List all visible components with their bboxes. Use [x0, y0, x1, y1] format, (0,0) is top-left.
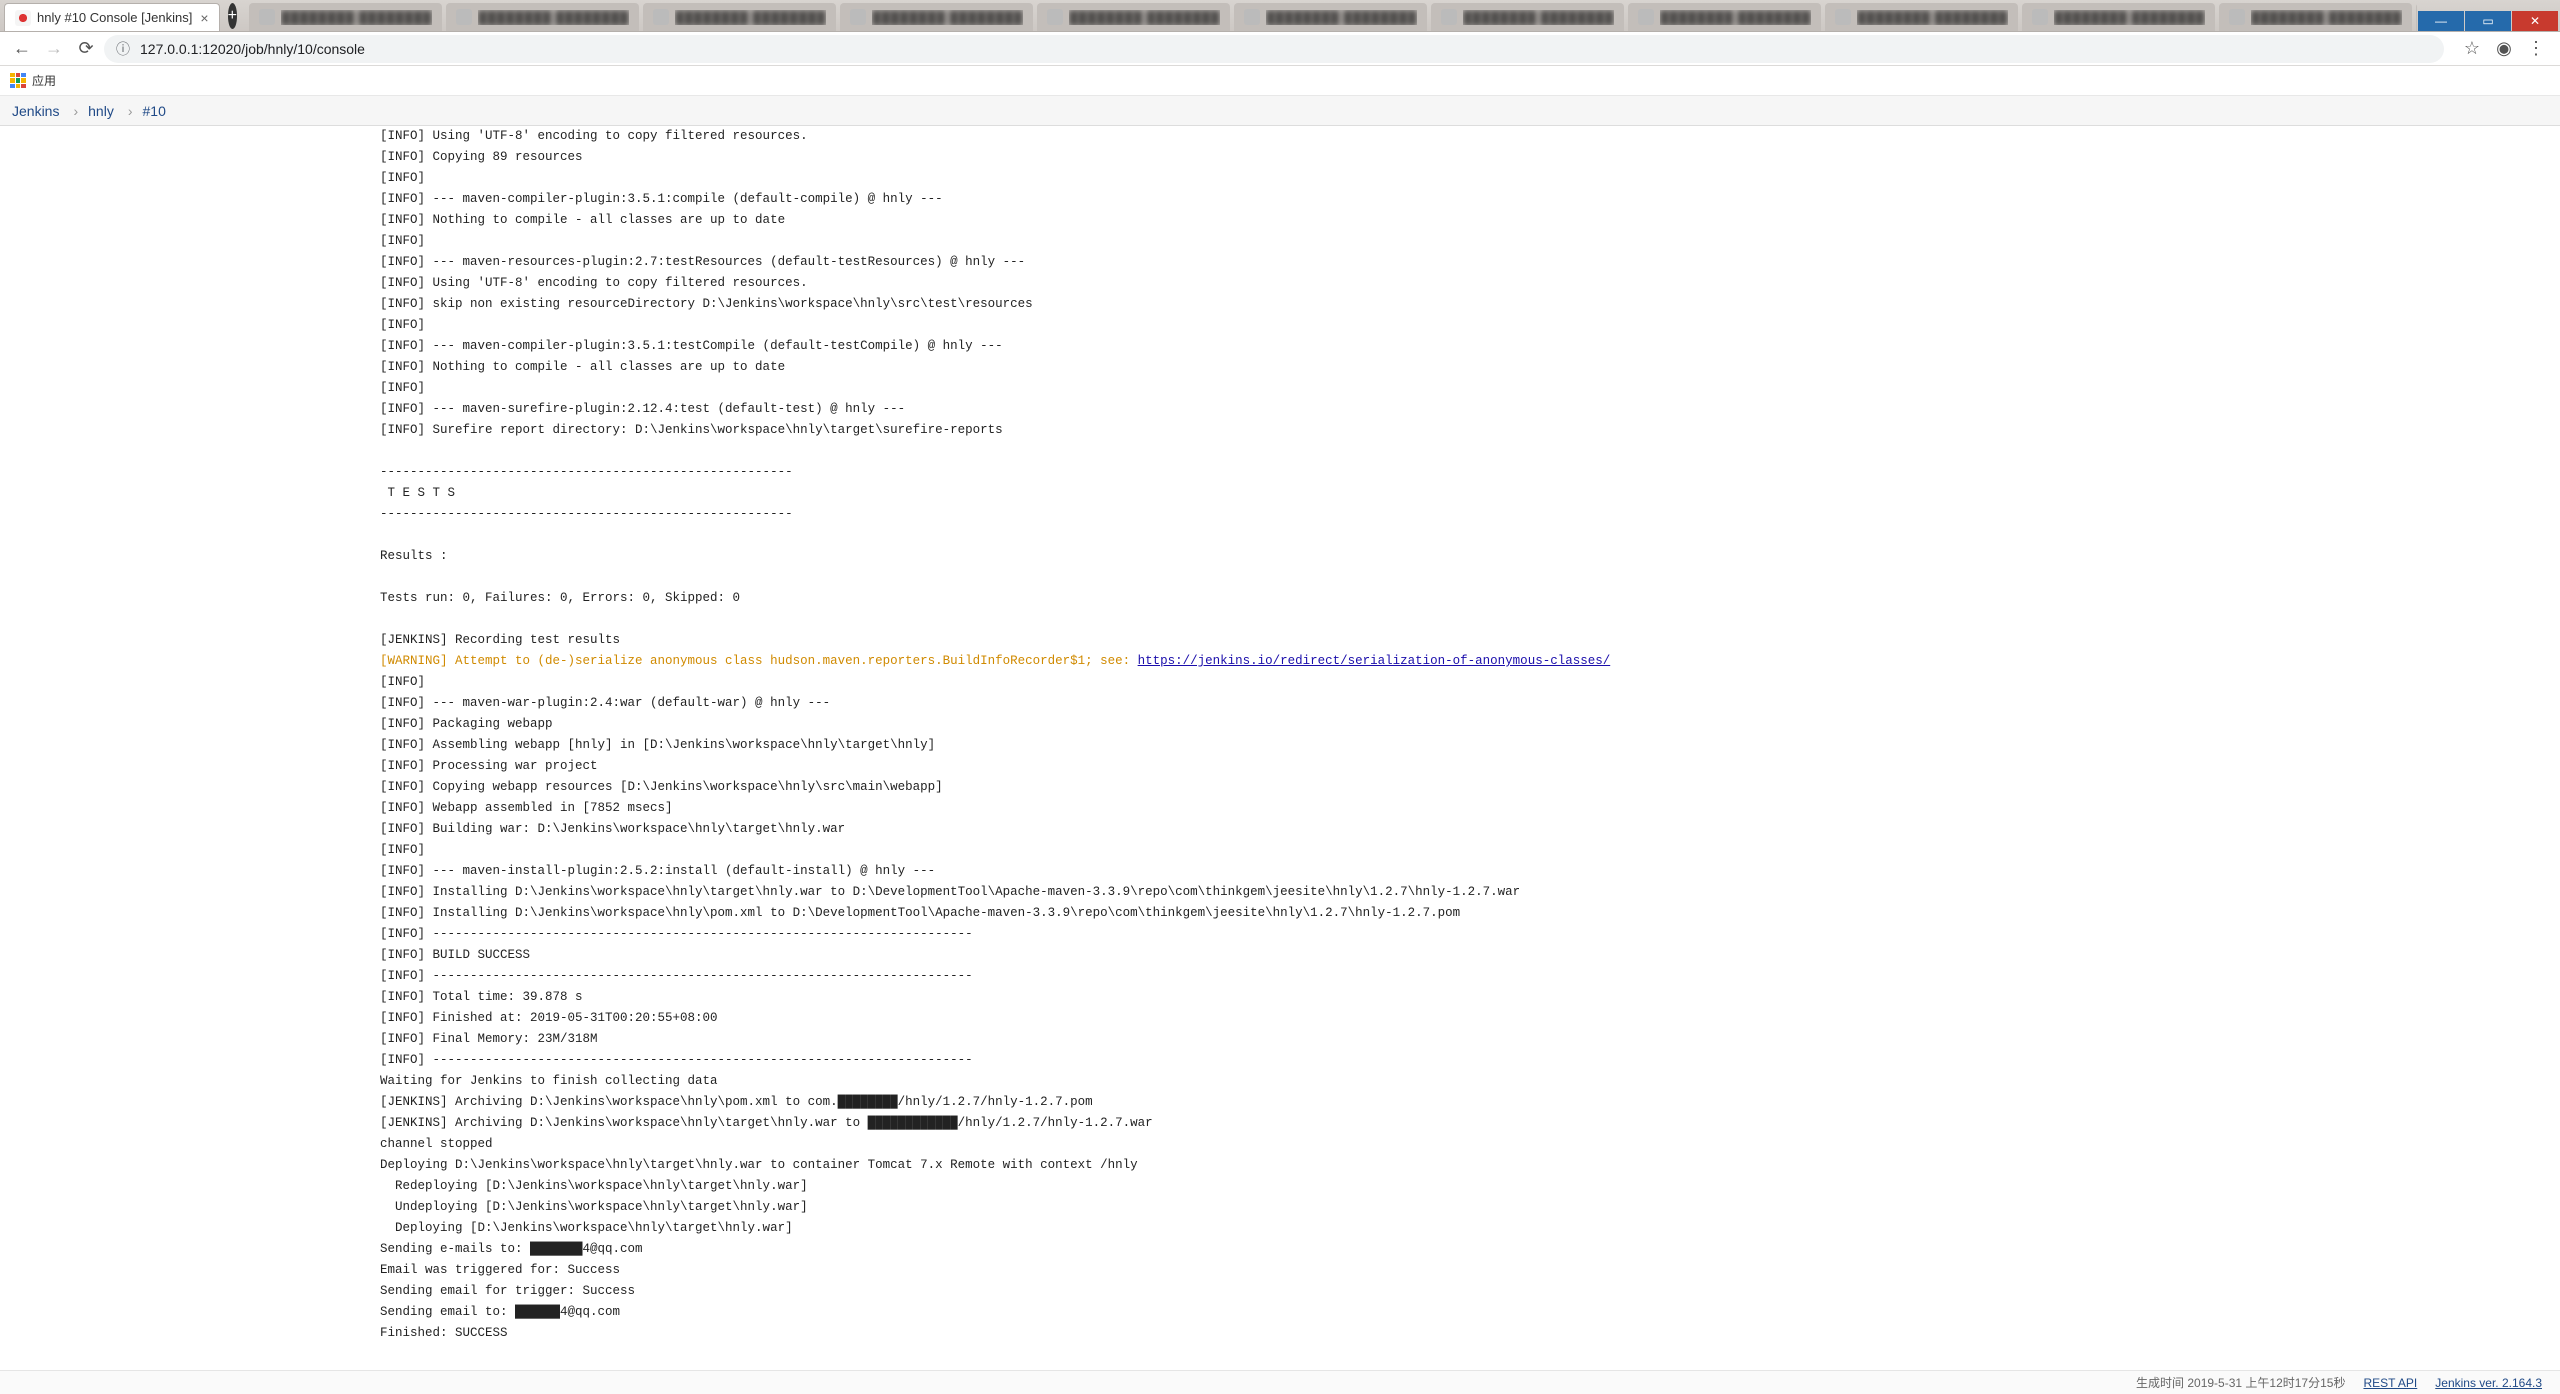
star-bookmark-icon[interactable]: ☆	[2456, 35, 2488, 63]
browser-tab-blurred[interactable]: ████████ ████████	[2022, 3, 2215, 31]
site-info-icon[interactable]: ⓘ	[116, 39, 130, 59]
bookmarks-apps-label[interactable]: 应用	[32, 72, 56, 89]
nav-forward-button[interactable]: →	[40, 35, 68, 63]
chevron-right-icon: ›	[73, 103, 78, 119]
warning-link[interactable]: https://jenkins.io/redirect/serializatio…	[1138, 654, 1611, 668]
tab-favicon-icon	[653, 9, 669, 25]
window-minimize-button[interactable]: —	[2418, 11, 2464, 31]
breadcrumb: Jenkins › hnly › #10	[0, 96, 2560, 126]
window-close-button[interactable]: ✕	[2512, 11, 2558, 31]
apps-grid-icon[interactable]	[10, 73, 26, 89]
browser-tab-blurred[interactable]: ████████ ████████	[840, 3, 1033, 31]
browser-tab-blurred[interactable]: ████████ ████████	[1825, 3, 2018, 31]
browser-tab-blurred[interactable]: ████████ ████████	[1037, 3, 1230, 31]
url-text: 127.0.0.1:12020/job/hnly/10/console	[140, 41, 365, 57]
footer-generated-time: 生成时间 2019-5-31 上午12时17分15秒	[2136, 1374, 2345, 1391]
close-tab-icon[interactable]: ×	[200, 10, 208, 26]
console-output: [INFO] Using 'UTF-8' encoding to copy fi…	[380, 126, 2560, 1344]
window-maximize-button[interactable]: ▭	[2465, 11, 2511, 31]
browser-tab-blurred[interactable]: ████████ ████████	[643, 3, 836, 31]
browser-tab-blurred[interactable]: ████████ ████████	[2219, 3, 2412, 31]
profile-avatar-icon[interactable]: ◉	[2488, 35, 2520, 63]
breadcrumb-build[interactable]: #10	[143, 103, 166, 119]
jenkins-footer: 生成时间 2019-5-31 上午12时17分15秒 REST API Jenk…	[0, 1370, 2560, 1394]
tab-favicon-icon	[259, 9, 275, 25]
chevron-right-icon: ›	[128, 103, 133, 119]
tab-favicon-icon	[2229, 9, 2245, 25]
browser-tab-blurred[interactable]: ████████ ████████	[1234, 3, 1427, 31]
tab-favicon-icon	[1835, 9, 1851, 25]
tab-favicon-icon	[1047, 9, 1063, 25]
bookmarks-bar: 应用	[0, 66, 2560, 96]
browser-tab-blurred[interactable]: ████████ ████████	[1431, 3, 1624, 31]
new-tab-button[interactable]: +	[228, 3, 237, 29]
browser-tab-blurred[interactable]: ████████ ████████	[249, 3, 442, 31]
breadcrumb-root[interactable]: Jenkins	[12, 103, 59, 119]
tab-favicon-icon	[1441, 9, 1457, 25]
browser-menu-icon[interactable]: ⋮	[2520, 35, 2552, 63]
tab-title: hnly #10 Console [Jenkins]	[37, 10, 192, 25]
tab-favicon-icon	[850, 9, 866, 25]
tab-favicon-icon	[1638, 9, 1654, 25]
browser-tab-active[interactable]: hnly #10 Console [Jenkins] ×	[4, 3, 220, 31]
tab-favicon-icon	[456, 9, 472, 25]
window-controls: — ▭ ✕	[2417, 11, 2558, 31]
url-field[interactable]: ⓘ 127.0.0.1:12020/job/hnly/10/console	[104, 35, 2444, 63]
jenkins-favicon-icon	[15, 10, 31, 26]
browser-address-bar: ← → ⟳ ⓘ 127.0.0.1:12020/job/hnly/10/cons…	[0, 32, 2560, 66]
browser-tabs-row: hnly #10 Console [Jenkins] × + ████████ …	[0, 0, 2417, 31]
browser-tab-blurred[interactable]: ████████ ████████	[446, 3, 639, 31]
browser-titlebar: hnly #10 Console [Jenkins] × + ████████ …	[0, 0, 2560, 32]
breadcrumb-job[interactable]: hnly	[88, 103, 114, 119]
console-scroll-pane[interactable]: [INFO] Using 'UTF-8' encoding to copy fi…	[0, 126, 2560, 1370]
tab-favicon-icon	[2032, 9, 2048, 25]
nav-back-button[interactable]: ←	[8, 35, 36, 63]
footer-rest-api-link[interactable]: REST API	[2363, 1376, 2417, 1390]
nav-reload-button[interactable]: ⟳	[72, 35, 100, 63]
browser-tab-blurred[interactable]: ████████ ████████	[1628, 3, 1821, 31]
footer-version-link[interactable]: Jenkins ver. 2.164.3	[2435, 1376, 2542, 1390]
tab-favicon-icon	[1244, 9, 1260, 25]
